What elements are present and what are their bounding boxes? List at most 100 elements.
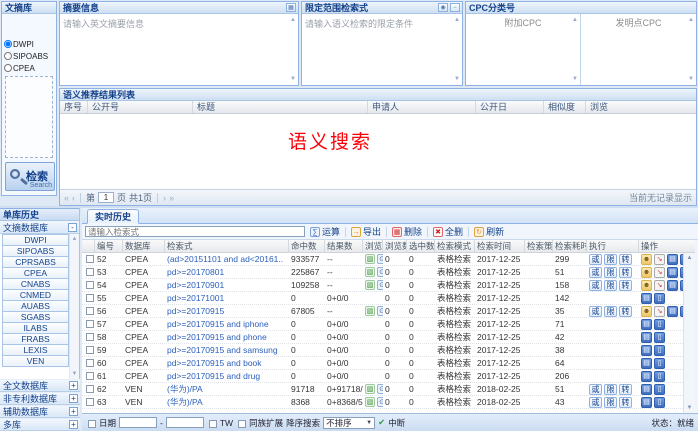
- chart-icon[interactable]: ▧: [365, 397, 375, 407]
- radio-CPEA[interactable]: [4, 64, 12, 72]
- user-icon[interactable]: ☻: [641, 254, 652, 265]
- results-column-header[interactable]: 相似度: [544, 101, 586, 113]
- toolbar-button-export[interactable]: →导出: [349, 225, 383, 238]
- toolbar-button-refresh[interactable]: ↻刷新: [472, 225, 506, 238]
- results-column-header[interactable]: 申请人: [368, 101, 476, 113]
- exec-button-限[interactable]: 限: [604, 306, 617, 317]
- sidebar-group-非专利数据库[interactable]: 非专利数据库+: [0, 392, 80, 405]
- date-to-input[interactable]: [166, 417, 204, 428]
- library-option-SIPOABS[interactable]: SIPOABS: [2, 50, 56, 62]
- sidebar-scrollbar[interactable]: ▲ ▼: [69, 234, 79, 379]
- scroll-down-icon[interactable]: ▼: [70, 371, 79, 377]
- exec-button-转[interactable]: 转: [619, 384, 632, 395]
- history-column-header[interactable]: 检索式: [165, 240, 289, 252]
- history-column-header[interactable]: 检索策略: [525, 240, 553, 252]
- document-icon[interactable]: ▤: [641, 345, 652, 356]
- library-option-DWPI[interactable]: DWPI: [2, 38, 56, 50]
- sidebar-group-多库[interactable]: 多库+: [0, 418, 80, 431]
- sidebar-group-辅助数据库[interactable]: 辅助数据库+: [0, 405, 80, 418]
- row-checkbox[interactable]: [86, 333, 94, 341]
- date-from-input[interactable]: [119, 417, 157, 428]
- settings-icon[interactable]: ◉: [438, 3, 448, 12]
- scroll-up-icon[interactable]: ▲: [684, 255, 695, 261]
- exec-button-或[interactable]: 或: [589, 254, 602, 265]
- row-query-link[interactable]: pd>=20171001: [165, 292, 289, 305]
- radio-SIPOABS[interactable]: [4, 52, 12, 60]
- sidebar-group-全文数据库[interactable]: 全文数据库+: [0, 379, 80, 392]
- document-icon[interactable]: ▤: [641, 332, 652, 343]
- chart-icon[interactable]: ▧: [365, 280, 375, 290]
- scroll-up-icon[interactable]: ▲: [572, 17, 578, 23]
- exec-button-限[interactable]: 限: [604, 280, 617, 291]
- row-checkbox[interactable]: [86, 281, 94, 289]
- toolbar-button-delete[interactable]: ▦删除: [390, 225, 424, 238]
- collapse-icon[interactable]: -: [68, 223, 77, 232]
- row-checkbox[interactable]: [86, 294, 94, 302]
- interrupt-label[interactable]: 中断: [388, 417, 405, 429]
- row-query-link[interactable]: pd>=20170801: [165, 266, 289, 279]
- document-icon[interactable]: ▤: [641, 384, 652, 395]
- exec-button-限[interactable]: 限: [604, 384, 617, 395]
- toolbar-button-delete-all[interactable]: ✖全删: [431, 225, 465, 238]
- document-icon[interactable]: ▤: [641, 319, 652, 330]
- scroll-up-icon[interactable]: ▲: [70, 236, 79, 242]
- history-column-header[interactable]: 检索时间: [475, 240, 525, 252]
- history-column-header[interactable]: 数据库: [123, 240, 165, 252]
- document-icon[interactable]: ▤: [641, 358, 652, 369]
- exec-button-转[interactable]: 转: [619, 280, 632, 291]
- row-query-link[interactable]: pd>=20170901: [165, 279, 289, 292]
- expand-icon[interactable]: ▦: [286, 3, 296, 12]
- tab-realtime-history[interactable]: 实时历史: [87, 209, 139, 224]
- scroll-down-icon[interactable]: ▼: [290, 76, 296, 82]
- save-icon[interactable]: ↘: [654, 280, 665, 291]
- additional-cpc-textarea[interactable]: 附加CPC ▲ ▼: [466, 14, 581, 85]
- row-query-link[interactable]: (华为)/PA: [165, 383, 289, 396]
- history-column-header[interactable]: 浏览: [363, 240, 383, 252]
- row-query-link[interactable]: (华为)/PA: [165, 396, 289, 409]
- document-icon[interactable]: ▤: [667, 306, 678, 317]
- tw-checkbox[interactable]: [209, 420, 217, 428]
- results-column-header[interactable]: 浏览: [586, 101, 696, 113]
- history-scrollbar[interactable]: ▲ ▼: [683, 253, 695, 413]
- abstract-textarea[interactable]: 请输入英文摘要信息: [60, 14, 298, 85]
- expand-icon[interactable]: +: [69, 394, 78, 403]
- trash-icon[interactable]: ▯: [654, 332, 665, 343]
- trash-icon[interactable]: ▯: [654, 319, 665, 330]
- row-query-link[interactable]: pd>=20170915: [165, 305, 289, 318]
- order-select[interactable]: 不排序 ▼: [323, 417, 375, 429]
- chart-icon[interactable]: ▧: [365, 254, 375, 264]
- row-checkbox[interactable]: [86, 359, 94, 367]
- invention-cpc-textarea[interactable]: 发明点CPC ▲ ▼: [581, 14, 696, 85]
- document-icon[interactable]: ▤: [641, 293, 652, 304]
- results-column-header[interactable]: 标题: [193, 101, 368, 113]
- user-icon[interactable]: ☻: [641, 306, 652, 317]
- prev-page-icon[interactable]: ‹: [72, 193, 75, 203]
- row-query-link[interactable]: pd>=20170915 and book: [165, 357, 289, 370]
- date-filter-checkbox[interactable]: [88, 420, 96, 428]
- sidebar-group-abstract-db[interactable]: 文摘数据库 -: [0, 221, 79, 234]
- interrupt-check-icon[interactable]: ✔: [378, 417, 385, 428]
- radio-DWPI[interactable]: [4, 40, 12, 48]
- exec-button-转[interactable]: 转: [619, 306, 632, 317]
- document-icon[interactable]: ▤: [667, 280, 678, 291]
- document-icon[interactable]: ▤: [667, 267, 678, 278]
- row-checkbox[interactable]: [86, 255, 94, 263]
- exec-button-转[interactable]: 转: [619, 254, 632, 265]
- expand-icon[interactable]: +: [69, 381, 78, 390]
- save-icon[interactable]: ↘: [654, 267, 665, 278]
- trash-icon[interactable]: ▯: [654, 384, 665, 395]
- scroll-down-icon[interactable]: ▼: [688, 76, 694, 82]
- exec-button-或[interactable]: 或: [589, 384, 602, 395]
- scroll-down-icon[interactable]: ▼: [684, 405, 695, 411]
- expand-icon[interactable]: +: [69, 407, 78, 416]
- row-query-link[interactable]: pd>=20170915 and phone: [165, 331, 289, 344]
- search-button[interactable]: 检索 Search: [5, 162, 55, 191]
- history-column-header[interactable]: 操作: [639, 240, 683, 252]
- trash-icon[interactable]: ▯: [654, 345, 665, 356]
- user-icon[interactable]: ☻: [641, 280, 652, 291]
- history-column-header[interactable]: 编号: [95, 240, 123, 252]
- row-checkbox[interactable]: [86, 385, 94, 393]
- history-column-header[interactable]: 命中数: [289, 240, 325, 252]
- exec-button-限[interactable]: 限: [604, 397, 617, 408]
- exec-button-或[interactable]: 或: [589, 267, 602, 278]
